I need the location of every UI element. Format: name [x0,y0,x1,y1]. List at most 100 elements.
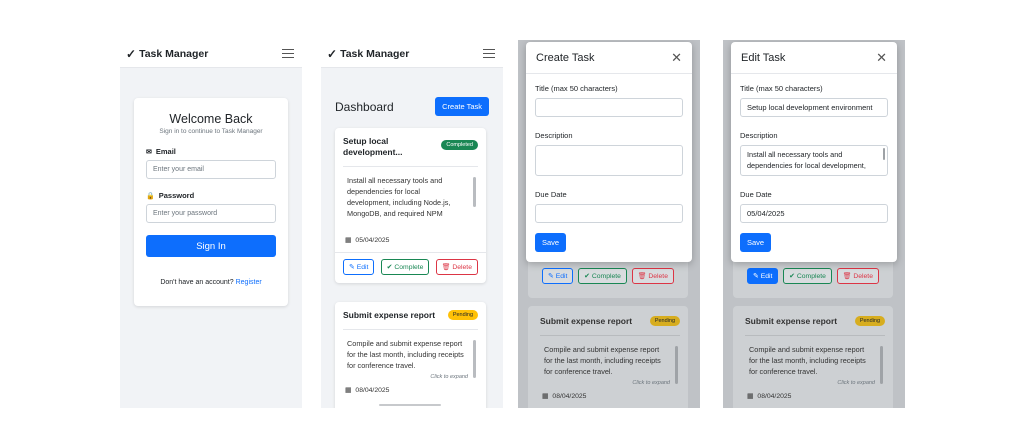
check-logo-icon: ✓ [126,46,137,61]
title-input[interactable] [535,98,683,117]
scrollbar [675,346,678,384]
create-task-screen: ✎ Edit ✔ Complete 🗑 Delete Submit expens… [518,40,700,408]
trash-icon: 🗑 [637,273,647,280]
due-date-text: 08/04/2025 [552,392,587,400]
task-card: Submit expense report Pending Compile an… [335,302,486,408]
edit-label: Edit [555,272,568,280]
trash-icon: 🗑 [842,273,852,280]
description-textarea[interactable] [535,145,683,176]
title-label: Title (max 50 characters) [535,84,618,93]
save-button[interactable]: Save [740,233,771,252]
status-badge: Pending [854,316,885,326]
due-date: ▦ 05/04/2025 [343,236,478,245]
task-title: Setup local development... [343,136,403,157]
delete-button: 🗑 Delete [631,268,674,284]
close-icon[interactable]: ✕ [671,50,682,66]
brand[interactable]: ✓ Task Manager [126,47,208,61]
brand-label: Task Manager [139,47,209,60]
task-title: Submit expense report [540,316,633,326]
title-input[interactable]: Setup local development environment [740,98,888,117]
description-value: Install all necessary tools and dependen… [747,150,866,170]
page-title: Dashboard [335,99,394,114]
due-date-input[interactable] [535,204,683,223]
edit-icon: ✎ [753,273,759,280]
delete-label: Delete [853,272,873,280]
login-title: Welcome Back [169,112,253,126]
edit-button[interactable]: ✎ Edit [343,259,375,275]
delete-button[interactable]: 🗑 Delete [435,259,478,275]
hamburger-menu-icon[interactable] [282,48,294,59]
password-label-text: Password [158,191,195,200]
create-task-modal: Create Task ✕ Title (max 50 characters) … [526,42,692,262]
complete-label: Complete [796,272,826,280]
envelope-icon: ✉ [146,148,152,156]
edit-label: Edit [356,263,369,271]
modal-title: Create Task [536,51,595,64]
email-label-text: Email [155,147,176,156]
edit-task-screen: ✎ Edit ✔ Complete 🗑 Delete Submit expens… [723,40,905,408]
register-line: Don't have an account? Register [146,279,276,286]
title-label: Title (max 50 characters) [740,84,823,93]
complete-button[interactable]: ✔ Complete [380,259,430,275]
edit-button: ✎ Edit [747,268,779,284]
delete-label: Delete [648,272,668,280]
password-input[interactable]: Enter your password [146,204,276,223]
check-icon: ✔ [386,264,393,271]
no-account-text: Don't have an account? [160,279,234,286]
password-label: 🔒 Password [146,191,276,200]
save-button[interactable]: Save [535,233,566,252]
task-description: Compile and submit expense report for th… [544,345,661,376]
scrollbar[interactable] [473,340,476,378]
task-title: Submit expense report [745,316,838,326]
home-indicator [379,404,441,406]
due-date-input[interactable]: 05/04/2025 [740,204,888,223]
due-date-text: 08/04/2025 [355,386,390,394]
brand[interactable]: ✓ Task Manager [327,47,409,61]
close-icon[interactable]: ✕ [876,50,887,66]
due-date-label: Due Date [740,190,772,199]
scrollbar[interactable] [473,177,476,207]
edit-label: Edit [760,272,773,280]
scrollbar[interactable] [882,148,885,160]
modal-title: Edit Task [741,51,786,64]
description-label: Description [740,131,778,140]
due-date: ▦ 08/04/2025 [540,392,680,401]
check-logo-icon: ✓ [327,46,338,61]
task-description[interactable]: Install all necessary tools and dependen… [343,175,478,230]
register-link[interactable]: Register [236,279,262,286]
delete-button: 🗑 Delete [836,268,879,284]
complete-label: Complete [591,272,621,280]
due-date-label: Due Date [535,190,567,199]
click-to-expand: Click to expand [837,380,875,386]
calendar-icon: ▦ [747,393,754,400]
calendar-icon: ▦ [345,237,352,244]
calendar-icon: ▦ [345,387,352,394]
task-description[interactable]: Compile and submit expense report for th… [343,338,478,372]
status-badge: Pending [447,310,478,320]
navbar: ✓ Task Manager [120,40,302,68]
hamburger-menu-icon[interactable] [483,48,495,59]
dashboard-screen: ✓ Task Manager Dashboard Create Task Set… [321,40,503,408]
due-date: ▦ 08/04/2025 [745,392,885,401]
complete-label: Complete [394,263,424,271]
navbar: ✓ Task Manager [321,40,503,68]
email-label: ✉ Email [146,147,276,156]
complete-button: ✔ Complete [783,268,832,284]
status-badge: Pending [649,316,680,326]
description-textarea[interactable]: Install all necessary tools and dependen… [740,145,888,176]
edit-task-modal: Edit Task ✕ Title (max 50 characters) Se… [731,42,897,262]
create-task-button[interactable]: Create Task [435,97,489,116]
task-card-backdrop: Submit expense report Pending Compile an… [528,306,688,408]
due-date-text: 08/04/2025 [757,392,792,400]
scrollbar [880,346,883,384]
email-input[interactable]: Enter your email [146,160,276,179]
status-badge: Completed [441,140,478,150]
due-date: ▦ 08/04/2025 [343,386,478,395]
task-card-backdrop: Submit expense report Pending Compile an… [733,306,893,408]
click-to-expand[interactable]: Click to expand [343,374,478,380]
login-card: Welcome Back Sign in to continue to Task… [134,98,288,306]
login-subtitle: Sign in to continue to Task Manager [159,128,263,135]
calendar-icon: ▦ [542,393,549,400]
sign-in-button[interactable]: Sign In [146,235,276,257]
click-to-expand: Click to expand [632,380,670,386]
